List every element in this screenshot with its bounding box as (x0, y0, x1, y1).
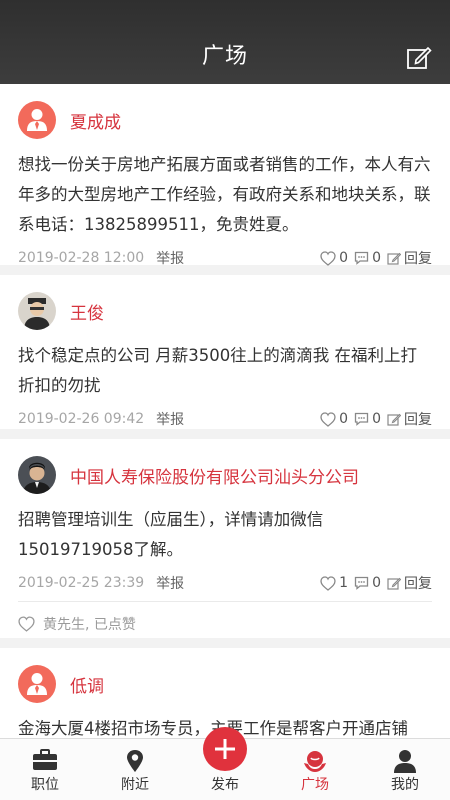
heart-icon (320, 411, 336, 427)
tab-label: 职位 (31, 777, 59, 793)
edit-post-icon[interactable] (406, 44, 432, 70)
post-date: 2019-02-25 23:39 (18, 575, 145, 591)
post-feed[interactable]: 夏成成 想找一份关于房地产拓展方面或者销售的工作，本人有六年多的大型房地产工作经… (0, 84, 450, 738)
tab-label: 发布 (211, 777, 239, 793)
post-date: 2019-02-26 09:42 (18, 411, 145, 427)
comment-count: 0 (372, 411, 381, 427)
reply-edit-icon (387, 577, 401, 590)
report-button[interactable]: 举报 (156, 409, 184, 429)
reply-button[interactable]: 回复 (387, 573, 432, 593)
tab-label: 我的 (391, 777, 419, 793)
bottom-tab-bar: 职位 附近 发布 广场 我的 (0, 727, 450, 800)
default-user-avatar[interactable] (18, 101, 56, 139)
comment-button[interactable]: 0 (354, 411, 381, 427)
tab-mine[interactable]: 我的 (360, 739, 450, 800)
briefcase-icon (33, 749, 57, 770)
post-card: 王俊 找个稳定点的公司 月薪3500往上的滴滴我 在福利上打折扣的勿扰 2019… (0, 275, 450, 439)
post-card: 夏成成 想找一份关于房地产拓展方面或者销售的工作，本人有六年多的大型房地产工作经… (0, 84, 450, 275)
comment-icon (354, 576, 369, 590)
like-button[interactable]: 0 (320, 411, 348, 427)
reply-button[interactable]: 回复 (387, 248, 432, 268)
report-button[interactable]: 举报 (156, 573, 184, 593)
report-button[interactable]: 举报 (156, 248, 184, 268)
post-card: 低调 金海大厦4楼招市场专员，主要工作是帮客户开通店铺 (0, 648, 450, 738)
post-content: 招聘管理培训生（应届生），详情请加微信15019719058了解。 (18, 510, 324, 559)
tab-label: 附近 (121, 777, 149, 793)
user-icon (27, 673, 47, 695)
plus-icon (203, 727, 247, 771)
post-card: 中国人寿保险股份有限公司汕头分公司 招聘管理培训生（应届生），详情请加微信150… (0, 439, 450, 648)
location-pin-icon (127, 750, 143, 772)
tab-publish[interactable]: 发布 (180, 727, 270, 800)
reply-button[interactable]: 回复 (387, 409, 432, 429)
comment-count: 0 (372, 575, 381, 591)
post-author[interactable]: 王俊 (70, 299, 104, 324)
post-date: 2019-02-28 12:00 (18, 250, 145, 266)
like-button[interactable]: 1 (320, 575, 348, 591)
comment-button[interactable]: 0 (354, 575, 381, 591)
post-meta: 2019-02-26 09:42 举报 0 0 回复 (18, 401, 432, 437)
page-title: 广场 (201, 44, 248, 69)
photo-avatar[interactable] (18, 456, 56, 494)
like-count: 0 (339, 411, 349, 427)
reply-label: 回复 (404, 251, 432, 267)
user-icon (27, 109, 47, 131)
reply-label: 回复 (404, 576, 432, 592)
tab-jobs[interactable]: 职位 (0, 739, 90, 800)
reply-edit-icon (387, 252, 401, 265)
tab-plaza[interactable]: 广场 (270, 739, 360, 800)
heart-icon (320, 250, 336, 266)
heart-icon (18, 615, 35, 632)
default-user-avatar[interactable] (18, 665, 56, 703)
like-count: 1 (339, 575, 349, 591)
reply-label: 回复 (404, 412, 432, 428)
top-bar: 广场 (0, 0, 450, 84)
user-photo-icon (18, 456, 56, 494)
photo-avatar[interactable] (18, 292, 56, 330)
user-photo-icon (18, 292, 56, 330)
comment-count: 0 (372, 250, 381, 266)
post-meta: 2019-02-25 23:39 举报 1 0 回复 (18, 565, 432, 601)
post-meta: 2019-02-28 12:00 举报 0 0 回复 (18, 240, 432, 276)
tab-nearby[interactable]: 附近 (90, 739, 180, 800)
post-content: 想找一份关于房地产拓展方面或者销售的工作，本人有六年多的大型房地产工作经验，有政… (18, 155, 431, 234)
comment-icon (354, 412, 369, 426)
post-author[interactable]: 夏成成 (70, 108, 121, 133)
heart-icon (320, 575, 336, 591)
post-author[interactable]: 低调 (70, 672, 104, 697)
reply-edit-icon (387, 413, 401, 426)
user-icon (394, 750, 416, 773)
comment-button[interactable]: 0 (354, 250, 381, 266)
tab-label: 广场 (301, 777, 329, 793)
post-author[interactable]: 中国人寿保险股份有限公司汕头分公司 (70, 463, 359, 488)
post-content: 找个稳定点的公司 月薪3500往上的滴滴我 在福利上打折扣的勿扰 (18, 346, 417, 395)
liked-by-row: 黄先生, 已点赞 (18, 601, 432, 645)
like-button[interactable]: 0 (320, 250, 348, 266)
comment-icon (354, 251, 369, 265)
like-count: 0 (339, 250, 349, 266)
plaza-icon (304, 751, 326, 772)
liked-by-text: 黄先生, 已点赞 (43, 616, 136, 633)
